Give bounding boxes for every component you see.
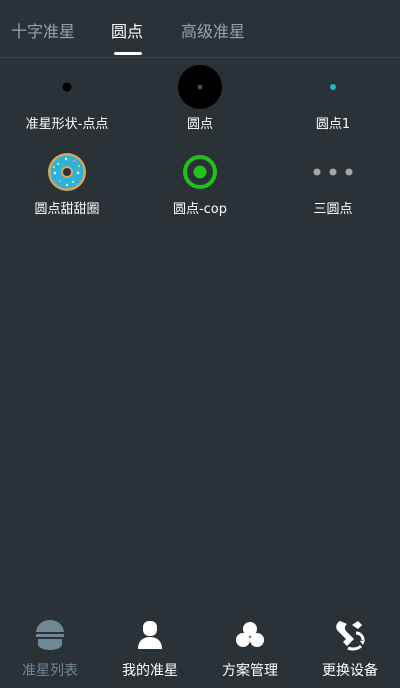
tab-dot[interactable]: 圆点 — [111, 18, 143, 42]
teal-dot-icon — [266, 64, 400, 110]
crosshair-item-dot-1[interactable]: 圆点1 — [266, 60, 400, 150]
crosshair-item-donut[interactable]: 圆点甜甜圈 — [0, 148, 134, 238]
crosshair-label: 圆点-cop — [172, 202, 228, 217]
crosshair-label: 准星形状-点点 — [25, 117, 109, 132]
device-switch-icon — [300, 618, 400, 652]
crosshair-item-dot-cop[interactable]: 圆点-cop — [133, 148, 267, 238]
bottom-navigation: 准星列表 我的准星 方案管理 更换设备 — [0, 612, 400, 688]
nav-scheme-management[interactable]: 方案管理 — [200, 612, 300, 688]
clover-icon — [200, 618, 300, 652]
crosshair-item-dot-dot[interactable]: 准星形状-点点 — [0, 60, 134, 150]
crosshair-label: 圆点 — [186, 117, 213, 132]
tab-cross-crosshair[interactable]: 十字准星 — [11, 18, 75, 42]
user-icon — [100, 618, 200, 652]
crosshair-label: 圆点甜甜圈 — [34, 202, 100, 217]
nav-label: 方案管理 — [222, 663, 278, 679]
crosshair-list-icon — [0, 618, 100, 652]
black-circle-icon — [133, 64, 267, 110]
three-dots-icon — [266, 150, 400, 194]
nav-crosshair-list[interactable]: 准星列表 — [0, 612, 100, 688]
tab-advanced-crosshair[interactable]: 高级准星 — [181, 18, 245, 42]
crosshair-item-dot[interactable]: 圆点 — [133, 60, 267, 150]
tabs-divider — [0, 57, 400, 58]
green-ring-icon — [133, 150, 267, 194]
nav-label: 更换设备 — [322, 663, 378, 679]
nav-label: 准星列表 — [22, 663, 78, 679]
crosshair-item-three-dots[interactable]: 三圆点 — [266, 148, 400, 238]
donut-icon — [0, 150, 134, 194]
nav-my-crosshairs[interactable]: 我的准星 — [100, 612, 200, 688]
crosshair-tabs: 十字准星 圆点 高级准星 — [0, 0, 400, 58]
nav-switch-device[interactable]: 更换设备 — [300, 612, 400, 688]
small-dot-icon — [0, 64, 134, 110]
active-tab-indicator — [114, 52, 142, 55]
crosshair-label: 三圆点 — [313, 202, 353, 217]
nav-label: 我的准星 — [122, 663, 178, 679]
crosshair-label: 圆点1 — [315, 117, 351, 132]
